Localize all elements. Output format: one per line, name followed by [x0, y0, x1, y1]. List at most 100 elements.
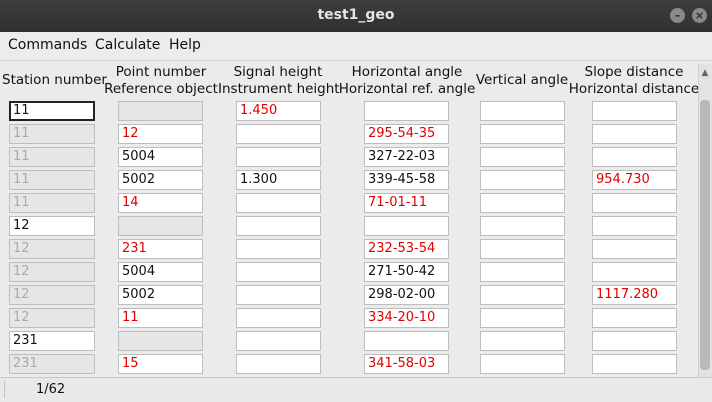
cell-dist[interactable] — [592, 124, 677, 144]
cell-point[interactable]: 5002 — [118, 170, 203, 190]
header-line: Horizontal angle — [351, 64, 463, 80]
menu-commands[interactable]: Commands — [8, 37, 87, 53]
cell-hangle[interactable]: 339-45-58 — [364, 170, 449, 190]
header-slope-distance: Slope distance Horizontal distance — [568, 64, 700, 98]
cell-signal[interactable] — [236, 147, 321, 167]
cell-dist[interactable]: 954.730 — [592, 170, 677, 190]
cell-hangle[interactable]: 271-50-42 — [364, 262, 449, 282]
cell-point[interactable]: 14 — [118, 193, 203, 213]
cell-vangle[interactable] — [480, 147, 565, 167]
cell-vangle[interactable] — [480, 331, 565, 351]
cell-station[interactable]: 11 — [9, 124, 95, 144]
cell-point[interactable]: 12 — [118, 124, 203, 144]
cell-station[interactable]: 231 — [9, 354, 95, 374]
cell-station[interactable]: 12 — [9, 285, 95, 305]
cell-vangle[interactable] — [480, 354, 565, 374]
status-divider — [4, 381, 11, 398]
cell-hangle[interactable] — [364, 216, 449, 236]
header-horizontal-angle: Horizontal angle Horizontal ref. angle — [338, 64, 476, 98]
cell-vangle[interactable] — [480, 170, 565, 190]
cell-station[interactable]: 12 — [9, 216, 95, 236]
header-signal-height: Signal height Instrument height — [218, 64, 340, 98]
menu-bar: Commands Calculate Help — [0, 32, 712, 61]
cell-hangle[interactable]: 71-01-11 — [364, 193, 449, 213]
cell-station[interactable]: 11 — [9, 170, 95, 190]
cell-point[interactable]: 15 — [118, 354, 203, 374]
cell-station[interactable]: 11 — [9, 147, 95, 167]
title-bar: test1_geo – × — [0, 0, 712, 32]
cell-signal[interactable] — [236, 331, 321, 351]
cell-vangle[interactable] — [480, 308, 565, 328]
cell-point[interactable] — [118, 101, 203, 121]
header-line: Signal height — [233, 64, 323, 80]
header-vertical-angle: Vertical angle — [474, 64, 570, 89]
cell-hangle[interactable] — [364, 101, 449, 121]
cell-point[interactable] — [118, 331, 203, 351]
cell-vangle[interactable] — [480, 101, 565, 121]
scroll-up-icon[interactable]: ▲ — [700, 68, 710, 78]
cell-point[interactable]: 11 — [118, 308, 203, 328]
header-station-number: Station number — [2, 64, 107, 89]
cell-vangle[interactable] — [480, 262, 565, 282]
cell-signal[interactable] — [236, 124, 321, 144]
cell-dist[interactable] — [592, 262, 677, 282]
cell-dist[interactable] — [592, 308, 677, 328]
cell-point[interactable]: 5002 — [118, 285, 203, 305]
cell-dist[interactable] — [592, 147, 677, 167]
cell-hangle[interactable]: 327-22-03 — [364, 147, 449, 167]
cell-station[interactable]: 231 — [9, 331, 95, 351]
header-line: Point number — [115, 64, 207, 80]
cell-hangle[interactable]: 232-53-54 — [364, 239, 449, 259]
cell-station[interactable]: 11 — [9, 193, 95, 213]
minimize-icon[interactable]: – — [670, 8, 685, 23]
header-line: Instrument height — [218, 81, 340, 97]
cell-signal[interactable]: 1.450 — [236, 101, 321, 121]
header-line: Station number — [2, 72, 107, 88]
header-line: Slope distance — [584, 64, 684, 80]
menu-help[interactable]: Help — [169, 37, 201, 53]
cell-hangle[interactable]: 341-58-03 — [364, 354, 449, 374]
header-point-number: Point number Reference object — [104, 64, 218, 98]
status-bar: 1/62 — [0, 377, 712, 402]
cell-signal[interactable] — [236, 285, 321, 305]
header-line: Horizontal distance — [568, 81, 700, 97]
cell-vangle[interactable] — [480, 124, 565, 144]
cell-signal[interactable]: 1.300 — [236, 170, 321, 190]
cell-dist[interactable] — [592, 101, 677, 121]
cell-dist[interactable] — [592, 354, 677, 374]
cell-point[interactable] — [118, 216, 203, 236]
cell-point[interactable]: 231 — [118, 239, 203, 259]
cell-dist[interactable] — [592, 216, 677, 236]
cell-point[interactable]: 5004 — [118, 147, 203, 167]
cell-dist[interactable] — [592, 331, 677, 351]
cell-signal[interactable] — [236, 216, 321, 236]
cell-dist[interactable] — [592, 193, 677, 213]
cell-station[interactable]: 12 — [9, 262, 95, 282]
header-line: Horizontal ref. angle — [338, 81, 476, 97]
menu-calculate[interactable]: Calculate — [95, 37, 160, 53]
cell-signal[interactable] — [236, 308, 321, 328]
cell-vangle[interactable] — [480, 285, 565, 305]
cell-hangle[interactable] — [364, 331, 449, 351]
cell-signal[interactable] — [236, 354, 321, 374]
cell-signal[interactable] — [236, 193, 321, 213]
cell-signal[interactable] — [236, 262, 321, 282]
cell-station[interactable]: 12 — [9, 239, 95, 259]
cell-station[interactable]: 11 — [9, 101, 95, 121]
cell-hangle[interactable]: 298-02-00 — [364, 285, 449, 305]
cell-point[interactable]: 5004 — [118, 262, 203, 282]
cell-vangle[interactable] — [480, 239, 565, 259]
cell-dist[interactable]: 1117.280 — [592, 285, 677, 305]
cell-dist[interactable] — [592, 239, 677, 259]
scrollbar-thumb[interactable] — [700, 100, 710, 370]
cell-hangle[interactable]: 334-20-10 — [364, 308, 449, 328]
cell-signal[interactable] — [236, 239, 321, 259]
cell-vangle[interactable] — [480, 216, 565, 236]
close-icon[interactable]: × — [692, 8, 707, 23]
header-line: Reference object — [104, 81, 218, 97]
header-line: Vertical angle — [475, 72, 569, 88]
window-title: test1_geo — [317, 7, 395, 23]
cell-station[interactable]: 12 — [9, 308, 95, 328]
cell-hangle[interactable]: 295-54-35 — [364, 124, 449, 144]
cell-vangle[interactable] — [480, 193, 565, 213]
